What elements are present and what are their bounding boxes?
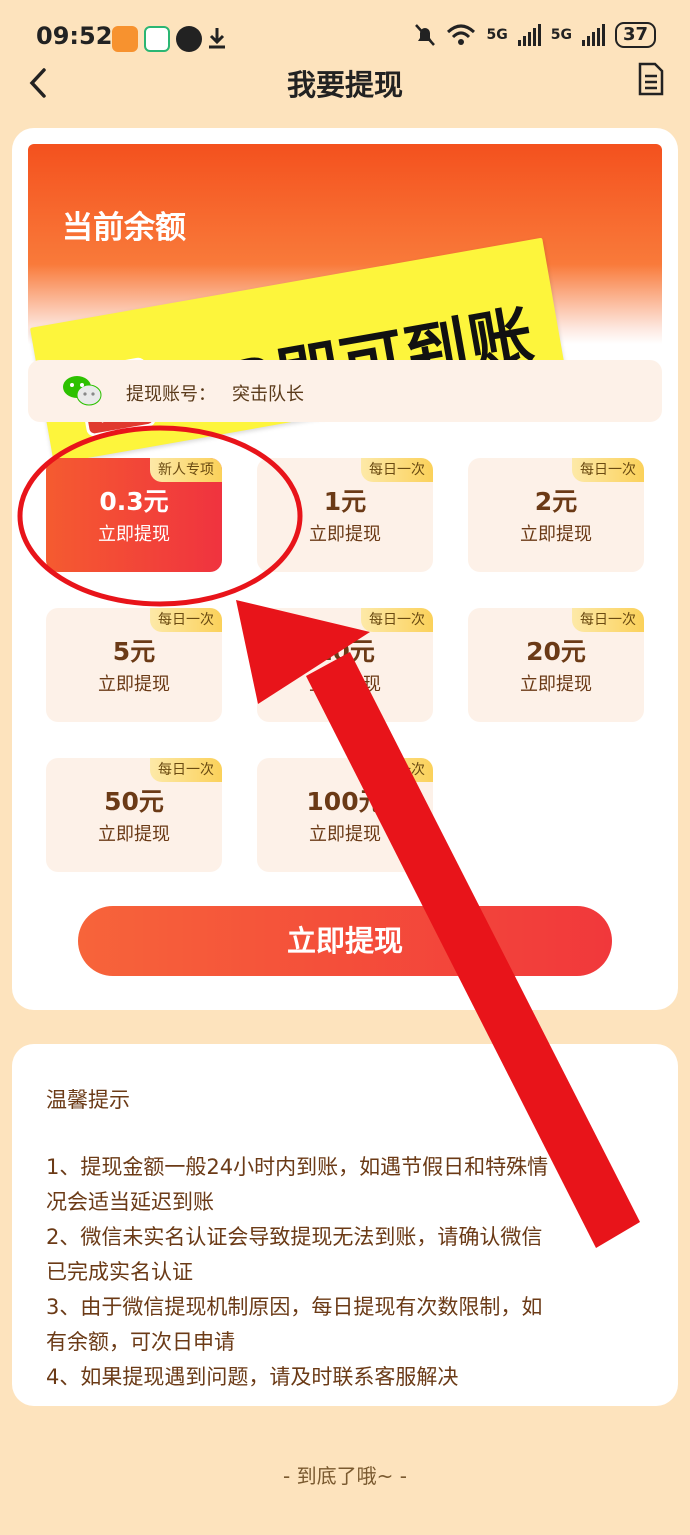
app-notification-icon <box>112 26 138 52</box>
tip-line: 已完成实名认证 <box>46 1260 193 1284</box>
tips-list: 1、提现金额一般24小时内到账，如遇节假日和特殊情 况会适当延迟到账 2、微信未… <box>46 1150 656 1395</box>
amount-action: 立即提现 <box>309 674 381 695</box>
amount-tag: 每日一次 <box>572 608 644 632</box>
qq-icon <box>176 26 202 52</box>
amount-value: 2元 <box>534 487 578 516</box>
amount-action: 立即提现 <box>520 524 592 545</box>
account-info: 提现账号： 突击队长 <box>126 380 304 406</box>
signal-icon <box>517 24 541 46</box>
status-icons: 5G 5G 37 <box>414 22 656 48</box>
tip-line: 有余额，可次日申请 <box>46 1330 235 1354</box>
amount-tag: 每日一次 <box>361 458 433 482</box>
amount-value: 1元 <box>323 487 367 516</box>
status-time: 09:52 <box>36 22 113 50</box>
withdraw-card: 当前余额 满 0.3即可到账 提现账号：突击队长 新人专项 0.3元 立即提现 … <box>12 128 678 1010</box>
account-label: 提现账号： <box>126 384 216 405</box>
amount-option-0.3[interactable]: 新人专项 0.3元 立即提现 <box>46 458 222 572</box>
amount-option-10[interactable]: 每日一次 10元 立即提现 <box>257 608 433 722</box>
tip-line: 况会适当延迟到账 <box>46 1190 214 1214</box>
page-title: 我要提现 <box>286 68 403 102</box>
footer-end-text: - 到底了哦~ - <box>283 1464 407 1488</box>
amount-option-50[interactable]: 每日一次 50元 立即提现 <box>46 758 222 872</box>
app-notification-icon <box>144 26 170 52</box>
amount-action: 立即提现 <box>98 524 170 545</box>
amount-tag: 每日一次 <box>150 608 222 632</box>
status-bar: 09:52 5G 5G 37 <box>0 0 690 58</box>
download-icon <box>209 28 225 49</box>
amount-tag: 每日一次 <box>150 758 222 782</box>
battery-icon: 37 <box>614 22 656 48</box>
withdraw-button[interactable]: 立即提现 <box>78 906 612 976</box>
amount-value: 10元 <box>315 637 375 666</box>
page-header: 我要提现 <box>0 58 690 108</box>
account-name: 突击队长 <box>232 384 304 405</box>
amount-value: 0.3元 <box>99 487 169 516</box>
amount-tag: 每日一次 <box>361 608 433 632</box>
document-icon[interactable] <box>638 62 664 96</box>
amount-option-1[interactable]: 每日一次 1元 立即提现 <box>257 458 433 572</box>
amount-action: 立即提现 <box>520 674 592 695</box>
amount-tag: 每日一次 <box>572 458 644 482</box>
tip-line: 4、如果提现遇到问题，请及时联系客服解决 <box>46 1365 459 1389</box>
amount-tag: 新人专项 <box>150 458 222 482</box>
mute-icon <box>415 24 436 46</box>
network-type: 5G <box>486 27 508 43</box>
amount-action: 立即提现 <box>309 824 381 845</box>
signal-icon <box>581 24 605 46</box>
wifi-icon <box>447 24 476 45</box>
amount-option-5[interactable]: 每日一次 5元 立即提现 <box>46 608 222 722</box>
amount-action: 立即提现 <box>98 674 170 695</box>
tip-line: 1、提现金额一般24小时内到账，如遇节假日和特殊情 <box>46 1155 549 1179</box>
amount-value: 20元 <box>526 637 586 666</box>
amount-value: 50元 <box>104 787 164 816</box>
amount-tag: 每日一次 <box>361 758 433 782</box>
amount-option-2[interactable]: 每日一次 2元 立即提现 <box>468 458 644 572</box>
amount-value: 5元 <box>112 637 156 666</box>
tips-title: 温馨提示 <box>46 1088 130 1112</box>
wechat-icon <box>63 376 102 406</box>
amount-value: 100元 <box>306 787 384 816</box>
amount-action: 立即提现 <box>98 824 170 845</box>
amount-action: 立即提现 <box>309 524 381 545</box>
network-type: 5G <box>550 27 572 43</box>
balance-label: 当前余额 <box>62 210 186 246</box>
amount-option-20[interactable]: 每日一次 20元 立即提现 <box>468 608 644 722</box>
tips-card: 温馨提示 1、提现金额一般24小时内到账，如遇节假日和特殊情 况会适当延迟到账 … <box>12 1044 678 1406</box>
account-row: 提现账号： 突击队长 <box>28 360 662 422</box>
tip-line: 2、微信未实名认证会导致提现无法到账，请确认微信 <box>46 1225 543 1249</box>
tip-line: 3、由于微信提现机制原因，每日提现有次数限制，如 <box>46 1295 543 1319</box>
amount-option-100[interactable]: 每日一次 100元 立即提现 <box>257 758 433 872</box>
